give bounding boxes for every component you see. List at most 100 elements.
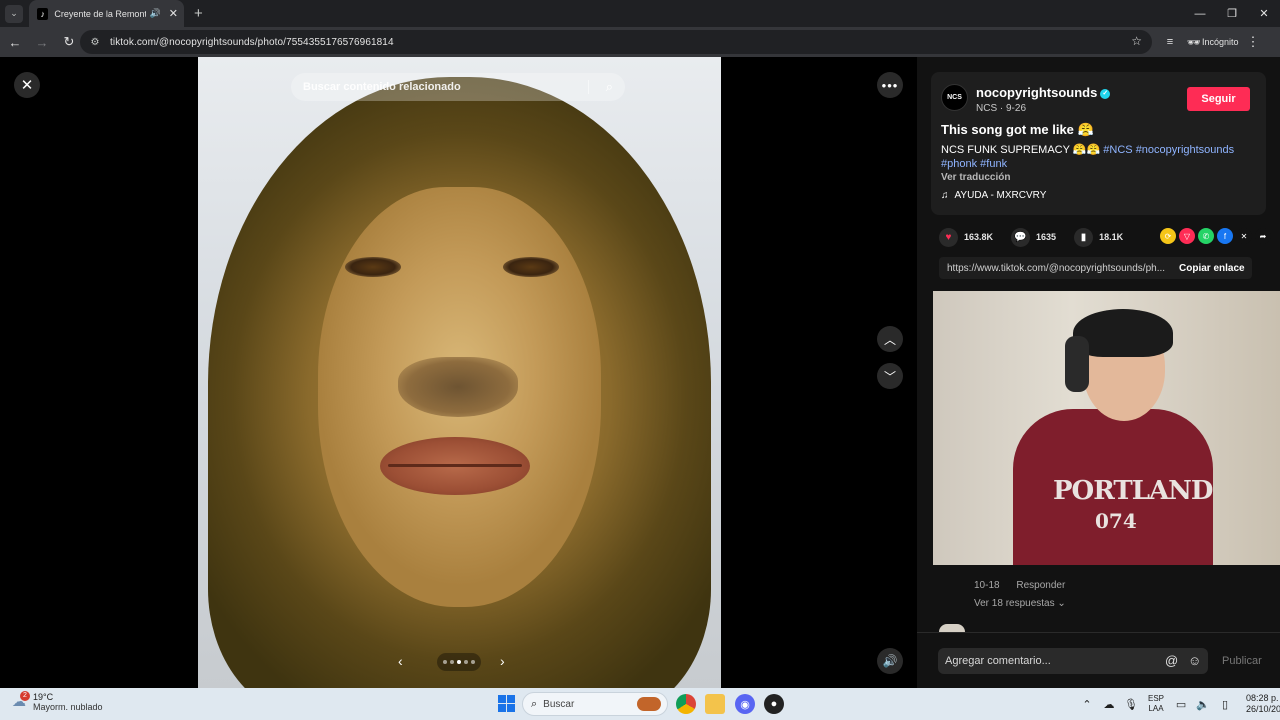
share-url[interactable]: https://www.tiktok.com/@nocopyrightsound… <box>947 263 1165 274</box>
carousel-dot[interactable] <box>464 660 468 664</box>
lion-eye-right <box>503 257 559 277</box>
webcam-overlay: PORTLAND 074 <box>933 291 1280 565</box>
comment-icon[interactable]: 💬 <box>1011 227 1031 247</box>
carousel-dot[interactable] <box>450 660 454 664</box>
bookmark-star-icon[interactable]: ☆ <box>1131 34 1142 48</box>
copy-link-button[interactable]: Copiar enlace <box>1179 263 1245 274</box>
post-details-panel: NCS nocopyrightsounds ✓ NCS · 9-26 Seguir… <box>917 57 1280 688</box>
previous-post-icon[interactable]: ︿ <box>877 326 903 352</box>
speaker-icon[interactable]: 🔊 <box>150 8 161 19</box>
address-bar[interactable]: ⚙ tiktok.com/@nocopyrightsounds/photo/75… <box>80 30 1152 54</box>
taskbar-search-placeholder: Buscar <box>543 698 575 710</box>
search-icon[interactable]: ⌕ <box>606 79 613 95</box>
author-name-text[interactable]: nocopyrightsounds <box>976 85 1097 100</box>
search-divider <box>588 80 589 94</box>
incognito-indicator[interactable]: 🕶 Incógnito <box>1186 36 1239 49</box>
author-card: NCS nocopyrightsounds ✓ NCS · 9-26 Seguir… <box>931 72 1266 215</box>
back-icon[interactable]: ← <box>3 30 27 54</box>
x-icon[interactable]: ✕ <box>1236 228 1252 244</box>
whatsapp-icon[interactable]: ✆ <box>1198 228 1214 244</box>
comment-placeholder: Agregar comentario... <box>945 655 1051 667</box>
forward-icon[interactable]: → <box>30 30 54 54</box>
clock[interactable]: 08:28 p. m. 26/10/2025 <box>1246 693 1280 715</box>
volume-icon[interactable]: 🔈 <box>1192 698 1214 711</box>
microphone-icon[interactable]: 🎙 <box>1120 698 1142 711</box>
url-text[interactable]: tiktok.com/@nocopyrightsounds/photo/7554… <box>110 37 394 48</box>
share-tiktok-icon[interactable]: ▽ <box>1179 228 1195 244</box>
action-bar: ♥ 163.8K 💬 1635 ▮ 18.1K ⟳ ▽ ✆ f ✕ ➦ <box>939 225 1271 249</box>
language-indicator[interactable]: ESP LAA <box>1148 694 1164 714</box>
search-highlight-icon <box>637 697 661 711</box>
author-name[interactable]: nocopyrightsounds ✓ <box>976 85 1111 100</box>
tray-chevron-icon[interactable]: ⌃ <box>1076 698 1098 711</box>
tab-search-icon[interactable]: ⌄ <box>5 4 23 23</box>
comment-date: 10-18 <box>974 580 1000 591</box>
minimize-icon[interactable]: — <box>1184 0 1216 27</box>
publish-button[interactable]: Publicar <box>1222 655 1262 667</box>
browser-menu-icon[interactable]: ⋮ <box>1247 34 1260 50</box>
next-post-icon[interactable]: ﹀ <box>877 363 903 389</box>
headset-icon <box>1065 336 1089 392</box>
reply-button[interactable]: Responder <box>1016 580 1065 591</box>
see-translation-link[interactable]: Ver traducción <box>941 172 1010 183</box>
media-control-icon[interactable]: ≡ <box>1160 36 1180 48</box>
browser-tab-strip: ⌄ ♪ Creyente de la Remontada 🔊 ✕ + — ❐ ✕ <box>0 0 1280 27</box>
hashtag-link[interactable]: #nocopyrightsounds <box>1136 144 1234 156</box>
cloud-icon: ☁ 2 <box>12 691 30 711</box>
restore-icon[interactable]: ❐ <box>1216 0 1248 27</box>
battery-icon[interactable]: ▯ <box>1214 698 1236 711</box>
hashtag-link[interactable]: #NCS <box>1103 144 1132 156</box>
network-icon[interactable]: ▭ <box>1170 698 1192 711</box>
music-title[interactable]: AYUDA - MXRCVRY <box>955 190 1047 201</box>
comment-input[interactable]: Agregar comentario... @ ☺ <box>938 648 1208 674</box>
emoji-icon[interactable]: ☺ <box>1188 653 1201 668</box>
onedrive-icon[interactable]: ☁ <box>1098 698 1120 711</box>
carousel-dot-active[interactable] <box>457 660 461 664</box>
panel-divider <box>917 632 1280 633</box>
taskbar-search[interactable]: ⌕ Buscar <box>522 692 668 716</box>
repost-icon[interactable]: ⟳ <box>1160 228 1176 244</box>
windows-start-icon[interactable] <box>498 695 515 712</box>
volume-icon[interactable]: 🔊 <box>877 648 903 674</box>
commenter-avatar[interactable] <box>939 624 965 632</box>
save-button[interactable]: ▮ 18.1K <box>1074 227 1123 247</box>
close-viewer-icon[interactable]: ✕ <box>14 72 40 98</box>
lang-line2: LAA <box>1148 704 1164 713</box>
weather-badge: 2 <box>20 691 30 701</box>
clock-time: 08:28 p. m. <box>1246 693 1280 703</box>
new-tab-button[interactable]: + <box>194 5 203 22</box>
shirt-text: PORTLAND <box>1053 476 1213 506</box>
carousel-dot[interactable] <box>443 660 447 664</box>
comment-button[interactable]: 💬 1635 <box>1011 227 1056 247</box>
hashtag-link[interactable]: #phonk <box>941 158 977 170</box>
like-button[interactable]: ♥ 163.8K <box>939 227 993 247</box>
music-link[interactable]: ♫ AYUDA - MXRCVRY <box>941 190 1046 201</box>
incognito-icon: 🕶 <box>1187 36 1201 49</box>
window-close-icon[interactable]: ✕ <box>1248 0 1280 27</box>
discord-icon[interactable]: ◉ <box>735 694 755 714</box>
hashtag-link[interactable]: #funk <box>980 158 1007 170</box>
weather-widget[interactable]: ☁ 2 19°C Mayorm. nublado <box>12 691 103 712</box>
heart-icon[interactable]: ♥ <box>939 227 958 247</box>
obs-icon[interactable]: ● <box>764 694 784 714</box>
chrome-icon[interactable] <box>676 694 696 714</box>
site-info-icon[interactable]: ⚙ <box>88 35 102 49</box>
follow-button[interactable]: Seguir <box>1187 87 1250 111</box>
bookmark-icon[interactable]: ▮ <box>1074 227 1094 247</box>
carousel-next-icon[interactable]: › <box>500 653 505 669</box>
carousel-prev-icon[interactable]: ‹ <box>398 653 403 669</box>
related-search-input[interactable]: Buscar contenido relacionado ⌕ <box>291 73 625 101</box>
tab-close-icon[interactable]: ✕ <box>169 7 178 20</box>
file-explorer-icon[interactable] <box>705 694 725 714</box>
more-options-icon[interactable]: ••• <box>877 72 903 98</box>
author-avatar[interactable]: NCS <box>941 84 968 111</box>
view-replies-link[interactable]: Ver 18 respuestas ⌄ <box>974 598 1066 609</box>
carousel-dot[interactable] <box>471 660 475 664</box>
system-tray: ⌃ ☁ 🎙 ESP LAA ▭ 🔈 ▯ 08:28 p. m. 26/10/20… <box>1076 688 1280 720</box>
share-arrow-icon[interactable]: ➦ <box>1255 228 1271 244</box>
tiktok-favicon-icon: ♪ <box>37 7 49 20</box>
facebook-icon[interactable]: f <box>1217 228 1233 244</box>
mention-icon[interactable]: @ <box>1165 653 1178 668</box>
browser-tab[interactable]: ♪ Creyente de la Remontada 🔊 ✕ <box>29 0 184 27</box>
reload-icon[interactable]: ↻ <box>57 30 81 54</box>
